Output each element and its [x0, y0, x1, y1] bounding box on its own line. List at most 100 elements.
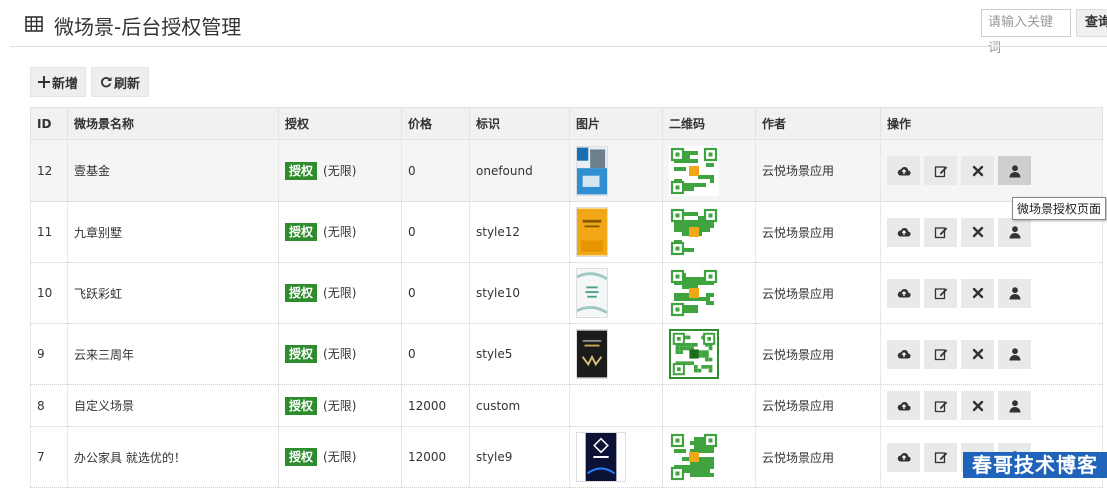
authorize-user-button[interactable] [998, 217, 1031, 247]
table-row: 12 壹基金 授权 (无限) 0 onefound 云悦场景应用 [30, 139, 1103, 202]
cell-actions [880, 384, 1103, 427]
edit-button[interactable] [924, 156, 957, 185]
column-header-author: 作者 [755, 107, 881, 140]
column-header-tag: 标识 [469, 107, 570, 140]
cell-price: 12000 [401, 426, 470, 488]
auth-badge[interactable]: 授权 [285, 345, 318, 363]
auth-badge[interactable]: 授权 [285, 161, 318, 180]
cell-image [569, 262, 663, 324]
qr-code-image [669, 432, 719, 482]
cell-author: 云悦场景应用 [755, 426, 881, 488]
top-bar: 微场景-后台授权管理 请输入关键词 查询 [0, 0, 1107, 56]
upload-button[interactable] [887, 391, 920, 420]
edit-button[interactable] [924, 278, 957, 308]
edit-icon [934, 452, 947, 464]
auth-note: (无限) [323, 286, 357, 300]
delete-icon [972, 400, 983, 411]
upload-button[interactable] [887, 339, 920, 369]
cell-id: 12 [30, 139, 68, 202]
authorize-user-button[interactable] [998, 156, 1031, 185]
cell-author: 云悦场景应用 [755, 262, 881, 324]
cell-price: 12000 [401, 384, 470, 427]
delete-button[interactable] [961, 217, 994, 247]
delete-button[interactable] [961, 278, 994, 308]
edit-icon [934, 227, 947, 239]
table-row: 9 云来三周年 授权 (无限) 0 style5 云悦场景应用 [30, 323, 1103, 385]
cell-actions [880, 262, 1103, 324]
cell-auth: 授权 (无限) [278, 201, 402, 263]
cell-qrcode [662, 262, 756, 324]
authorize-user-button[interactable] [998, 278, 1031, 308]
edit-button[interactable] [924, 339, 957, 369]
delete-icon [972, 165, 983, 176]
edit-button[interactable] [924, 391, 957, 420]
qr-code-image [669, 145, 719, 196]
column-header-name: 微场景名称 [67, 107, 279, 140]
authorize-user-button[interactable] [998, 391, 1031, 420]
thumbnail-image [576, 268, 608, 318]
cell-author: 云悦场景应用 [755, 201, 881, 263]
cloud-upload-icon [897, 227, 911, 237]
edit-icon [934, 165, 947, 177]
cell-tag: style12 [469, 201, 570, 263]
auth-note: (无限) [323, 225, 357, 239]
plus-icon [37, 76, 50, 88]
cell-id: 11 [30, 201, 68, 263]
column-header-image: 图片 [569, 107, 663, 140]
cell-image [569, 139, 663, 202]
auth-badge[interactable]: 授权 [285, 223, 318, 241]
delete-icon [972, 287, 983, 299]
column-header-id: ID [30, 107, 68, 140]
delete-button[interactable] [961, 156, 994, 185]
table-icon [25, 16, 43, 32]
search-button[interactable]: 查询 [1076, 9, 1107, 37]
cloud-upload-icon [897, 401, 911, 411]
cell-name: 九章别墅 [67, 201, 279, 263]
thumbnail-image [576, 145, 608, 196]
cloud-upload-icon [897, 166, 911, 176]
cell-qrcode [662, 139, 756, 202]
upload-button[interactable] [887, 156, 920, 185]
refresh-button[interactable]: 刷新 [91, 67, 149, 97]
authorize-user-button[interactable] [998, 339, 1031, 369]
cell-name: 飞跃彩虹 [67, 262, 279, 324]
table-row: 10 飞跃彩虹 授权 (无限) 0 style10 云悦场景应用 [30, 262, 1103, 324]
search-input[interactable]: 请输入关键词 [981, 9, 1071, 56]
edit-button[interactable] [924, 217, 957, 247]
auth-note: (无限) [323, 450, 357, 464]
cell-tag: style5 [469, 323, 570, 385]
cell-auth: 授权 (无限) [278, 323, 402, 385]
cell-author: 云悦场景应用 [755, 139, 881, 202]
upload-button[interactable] [887, 278, 920, 308]
edit-icon [934, 400, 947, 412]
upload-button[interactable] [887, 442, 920, 472]
auth-note: (无限) [323, 347, 357, 361]
cell-tag: custom [469, 384, 570, 427]
column-header-auth: 授权 [278, 107, 402, 140]
cell-id: 10 [30, 262, 68, 324]
edit-button[interactable] [924, 442, 957, 472]
user-icon [1009, 226, 1020, 239]
cell-author: 云悦场景应用 [755, 384, 881, 427]
cell-name: 壹基金 [67, 139, 279, 202]
cell-qrcode [662, 323, 756, 385]
header-divider [10, 46, 1107, 47]
cell-auth: 授权 (无限) [278, 139, 402, 202]
cloud-upload-icon [897, 349, 911, 359]
column-header-price: 价格 [401, 107, 470, 140]
auth-badge[interactable]: 授权 [285, 448, 318, 466]
delete-button[interactable] [961, 391, 994, 420]
delete-button[interactable] [961, 339, 994, 369]
thumbnail-image [576, 207, 608, 257]
user-icon [1009, 399, 1020, 412]
auth-note: (无限) [323, 163, 357, 178]
cell-image [569, 384, 663, 427]
add-button[interactable]: 新增 [30, 67, 86, 97]
auth-badge[interactable]: 授权 [285, 396, 318, 415]
qr-code-image [669, 207, 719, 257]
auth-note: (无限) [323, 398, 357, 413]
cell-auth: 授权 (无限) [278, 262, 402, 324]
auth-badge[interactable]: 授权 [285, 284, 318, 302]
upload-button[interactable] [887, 217, 920, 247]
cell-price: 0 [401, 323, 470, 385]
